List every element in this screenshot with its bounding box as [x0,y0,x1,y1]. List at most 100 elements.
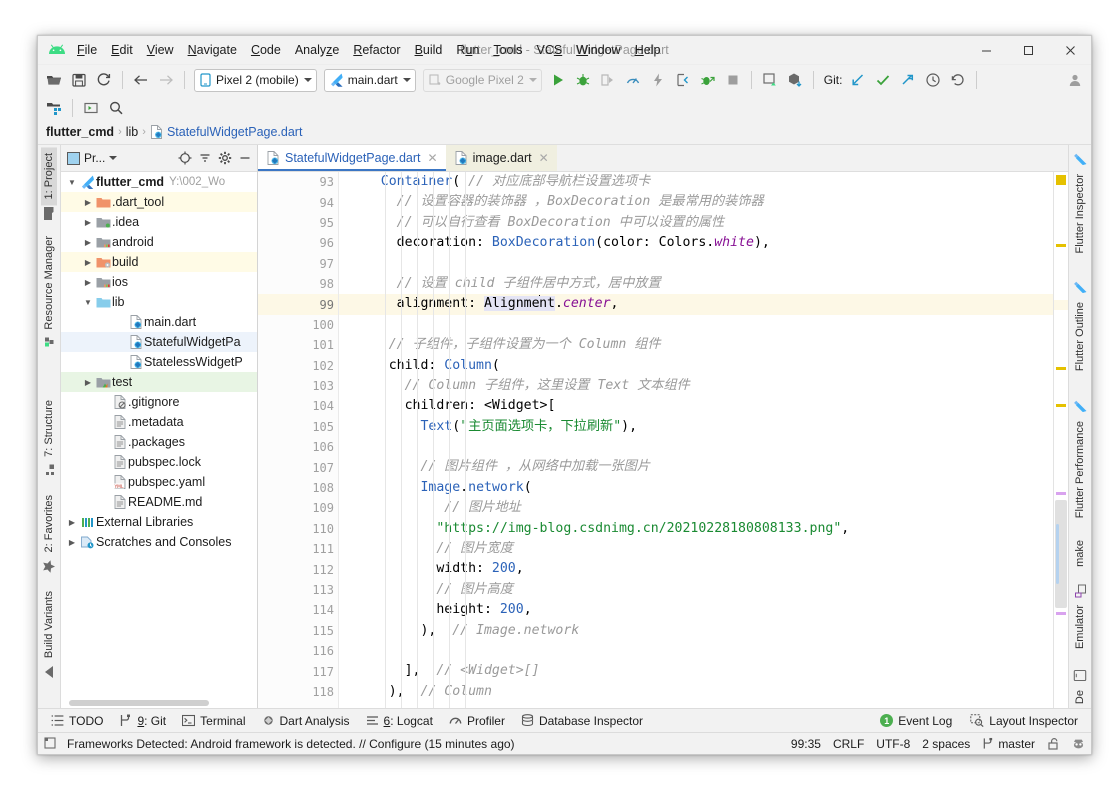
notification-icon[interactable] [44,737,57,750]
tree-item-main-dart[interactable]: main.dart [61,312,257,332]
code-marker[interactable] [1056,492,1066,495]
gutter-line-100[interactable]: 100 [258,315,338,335]
sidebar-item-build-variants[interactable]: Build Variants [41,585,57,664]
save-icon[interactable] [67,68,91,92]
gutter-line-113[interactable]: 113 [258,580,338,600]
editor-tab-image-dart[interactable]: image.dart ✕ [445,145,557,171]
menu-item-tools[interactable]: Tools [486,40,529,60]
chevron-right-icon[interactable]: ▶ [65,538,79,547]
chevron-right-icon[interactable]: ▶ [81,278,95,287]
chevron-right-icon[interactable]: ▶ [81,198,95,207]
git-revert-icon[interactable] [946,68,970,92]
sidebar-item-make[interactable]: make [1072,534,1088,573]
gutter-line-106[interactable]: 106 [258,437,338,457]
chevron-down-icon[interactable]: ▼ [81,298,95,307]
chevron-down-icon[interactable]: ▼ [65,178,79,187]
menu-item-view[interactable]: View [140,40,181,60]
apply-changes-icon[interactable] [696,68,720,92]
gutter-line-114[interactable]: 114 [258,600,338,620]
stop-icon[interactable] [721,68,745,92]
code-marker[interactable] [1056,244,1066,247]
device-selector[interactable]: Pixel 2 (mobile) [194,68,317,92]
menu-item-help[interactable]: Help [628,40,668,60]
breadcrumb-item-project[interactable]: flutter_cmd [46,125,114,139]
caret-position[interactable]: 99:35 [791,737,821,751]
settings-gear-icon[interactable] [215,148,235,168]
toolwindow-logcat[interactable]: 6: Logcat [359,712,440,730]
tree-item-external-libraries[interactable]: ▶ External Libraries [61,512,257,532]
toolwindow-todo[interactable]: TODO [44,712,110,730]
sidebar-item-device[interactable]: De [1072,684,1088,710]
gutter-line-117[interactable]: 117 [258,661,338,681]
menu-item-edit[interactable]: Edit [104,40,140,60]
code-marker[interactable] [1056,404,1066,407]
locate-icon[interactable] [175,148,195,168]
code-marker[interactable] [1056,612,1066,615]
close-button[interactable] [1049,37,1091,64]
sidebar-item-flutter-inspector[interactable]: Flutter Inspector [1072,168,1088,259]
sidebar-item-project[interactable]: 1: Project [41,147,57,206]
avd-selector[interactable]: Google Pixel 2 [422,68,542,92]
tree-item-lib[interactable]: ▼ lib [61,292,257,312]
code-marker[interactable] [1056,175,1066,185]
menu-item-code[interactable]: Code [244,40,288,60]
tree-item-flutter-cmd[interactable]: ▼ flutter_cmd Y:\002_Wo [61,172,257,192]
run-coverage-icon[interactable] [596,68,620,92]
menu-item-build[interactable]: Build [408,40,450,60]
breadcrumb-item-lib[interactable]: lib [126,125,139,139]
forward-arrow-icon[interactable] [154,68,178,92]
gutter-line-93[interactable]: 93− [258,172,352,192]
git-push-icon[interactable] [896,68,920,92]
project-horizontal-scrollbar[interactable] [69,700,209,706]
toolwindow-profiler[interactable]: Profiler [442,712,512,730]
menu-item-refactor[interactable]: Refactor [346,40,407,60]
tree-item-scratches-and-consoles[interactable]: ▶ Scratches and Consoles [61,532,257,552]
run-icon[interactable] [546,68,570,92]
user-account-icon[interactable] [1063,68,1087,92]
tree-item-android[interactable]: ▶ android [61,232,257,252]
gutter-line-97[interactable]: 97 [258,254,338,274]
gutter-line-105[interactable]: 105 [258,417,338,437]
indent-setting[interactable]: 2 spaces [922,737,970,751]
chevron-right-icon[interactable]: ▶ [65,518,79,527]
gutter-line-115[interactable]: 115− [258,621,352,641]
project-structure-icon[interactable] [42,96,66,120]
gutter-line-101[interactable]: 101 [258,335,338,355]
chevron-right-icon[interactable]: ▶ [81,218,95,227]
search-icon[interactable] [104,96,128,120]
status-message[interactable]: Frameworks Detected: Android framework i… [67,737,515,751]
gutter-line-107[interactable]: 107 [258,457,338,477]
gutter-line-95[interactable]: 95− [258,213,352,233]
tree-item-test[interactable]: ▶ test [61,372,257,392]
sdk-manager-icon[interactable] [783,68,807,92]
project-tree[interactable]: ▼ flutter_cmd Y:\002_Wo ▶ .dart_tool ▶ .idea ▶ a… [61,172,257,708]
sidebar-item-emulator[interactable]: Emulator [1072,599,1088,655]
breadcrumb-item-file[interactable]: StatefulWidgetPage.dart [150,125,302,139]
editor-tab-statefulwidgetpage-dart[interactable]: StatefulWidgetPage.dart ✕ [258,145,446,171]
tree-item-statefulwidgetpa[interactable]: StatefulWidgetPa [61,332,257,352]
toolwindow-dart-analysis[interactable]: Dart Analysis [255,712,357,730]
tree-item-pubspec-yaml[interactable]: YML pubspec.yaml [61,472,257,492]
gutter-line-103[interactable]: 103 [258,376,338,396]
editor-scrollbar-thumb[interactable] [1056,524,1059,584]
debug-icon[interactable] [571,68,595,92]
hide-icon[interactable] [235,148,255,168]
editor-marker-strip[interactable] [1053,172,1068,708]
editor-gutter[interactable]: 93− 94 95− 96 97 98 99 100 101 102− 103 104 105 106 10… [258,172,369,708]
maximize-button[interactable] [1007,37,1049,64]
back-arrow-icon[interactable] [129,68,153,92]
tree-item-ios[interactable]: ▶ ios [61,272,257,292]
gutter-line-111[interactable]: 111 [258,539,338,559]
gutter-line-104[interactable]: 104 [258,396,338,416]
tree-item-readme-md[interactable]: README.md [61,492,257,512]
gutter-line-116[interactable]: 116 [258,641,338,661]
unlocked-icon[interactable] [1047,737,1060,750]
gutter-line-96[interactable]: 96 [258,233,369,253]
gutter-line-99[interactable]: 99 [258,294,338,315]
gutter-line-109[interactable]: 109 [258,498,338,518]
tree-item-pubspec-lock[interactable]: pubspec.lock [61,452,257,472]
gutter-line-102[interactable]: 102− [258,356,352,376]
hot-reload-icon[interactable] [646,68,670,92]
project-panel-title[interactable]: Pr... [67,151,118,165]
file-encoding[interactable]: UTF-8 [876,737,910,751]
